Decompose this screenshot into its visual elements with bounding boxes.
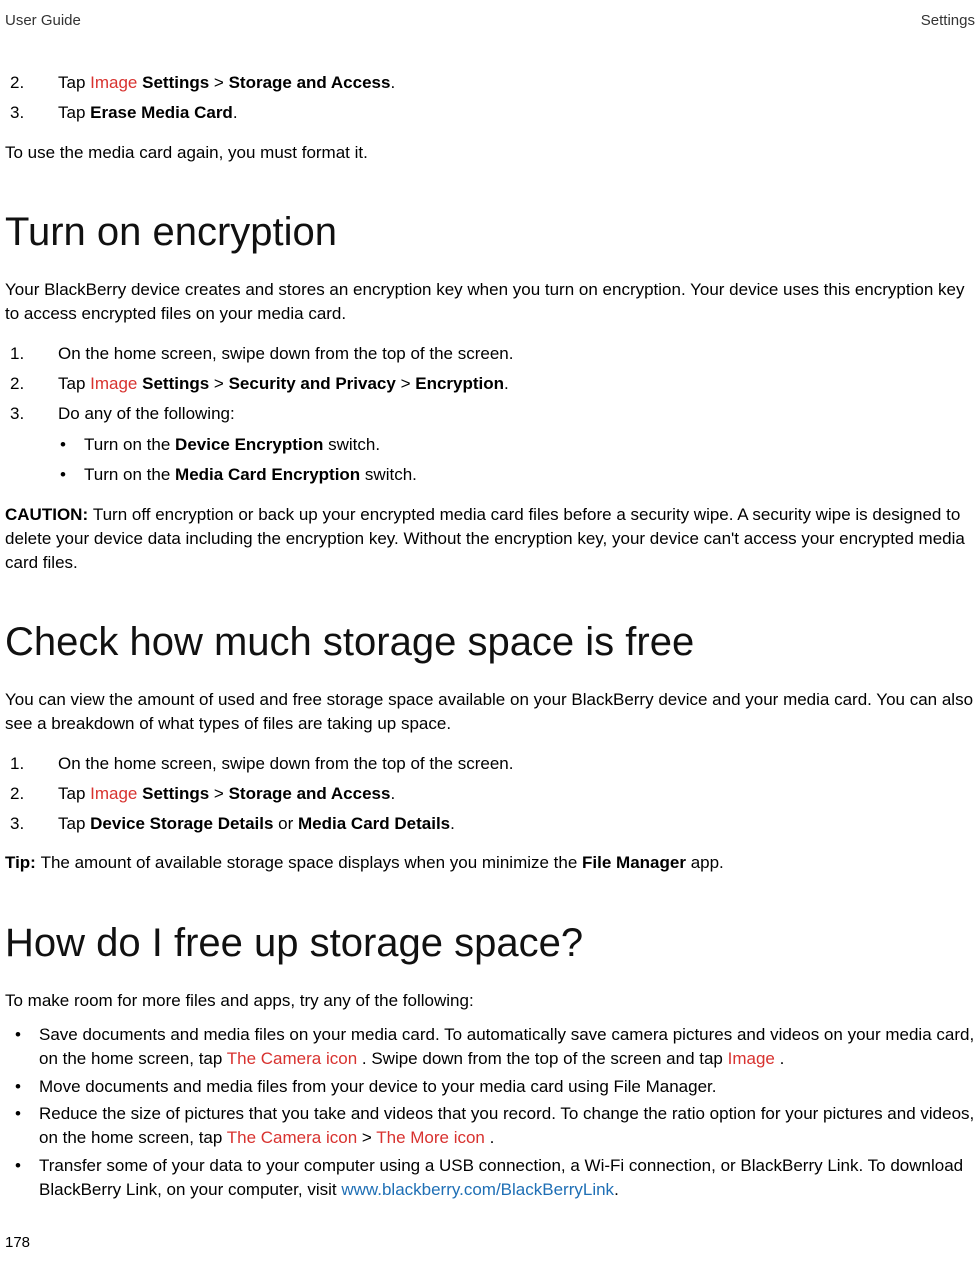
list-item: • Reduce the size of pictures that you t…: [15, 1102, 975, 1150]
list-item: 3. Tap Device Storage Details or Media C…: [10, 812, 975, 836]
section2-list: 1. On the home screen, swipe down from t…: [10, 752, 975, 835]
list-item: 2. Tap Image Settings > Security and Pri…: [10, 372, 975, 396]
list-text: Turn on the Device Encryption switch.: [84, 433, 975, 457]
list-text: Turn on the Media Card Encryption switch…: [84, 463, 975, 487]
section-title-encryption: Turn on encryption: [5, 204, 975, 260]
list-item: 3. Tap Erase Media Card.: [10, 101, 975, 125]
list-text: Tap Device Storage Details or Media Card…: [58, 812, 975, 836]
list-number: 1.: [10, 752, 58, 776]
list-number: 3.: [10, 402, 58, 426]
bullet-icon: •: [15, 1075, 39, 1099]
camera-icon: The Camera icon: [227, 1128, 357, 1147]
list-item: 1. On the home screen, swipe down from t…: [10, 342, 975, 366]
list-item: 2. Tap Image Settings > Storage and Acce…: [10, 71, 975, 95]
bullet-icon: •: [60, 433, 84, 457]
intro-list: 2. Tap Image Settings > Storage and Acce…: [10, 71, 975, 125]
settings-icon: Image: [90, 73, 137, 92]
section3-list: • Save documents and media files on your…: [15, 1023, 975, 1202]
list-number: 2.: [10, 372, 58, 396]
list-text: Move documents and media files from your…: [39, 1075, 975, 1099]
bullet-icon: •: [15, 1102, 39, 1150]
section1-sublist: • Turn on the Device Encryption switch. …: [60, 433, 975, 487]
header-left: User Guide: [5, 10, 81, 31]
section-title-freeup: How do I free up storage space?: [5, 915, 975, 971]
list-number: 1.: [10, 342, 58, 366]
list-text: Do any of the following:: [58, 402, 975, 426]
settings-icon: Image: [90, 374, 137, 393]
bullet-icon: •: [15, 1154, 39, 1202]
list-number: 2.: [10, 71, 58, 95]
section-title-storage: Check how much storage space is free: [5, 614, 975, 670]
list-text: Save documents and media files on your m…: [39, 1023, 975, 1071]
list-text: Tap Image Settings > Storage and Access.: [58, 71, 975, 95]
list-text: Tap Image Settings > Storage and Access.: [58, 782, 975, 806]
blackberry-link[interactable]: www.blackberry.com/BlackBerryLink: [341, 1180, 614, 1199]
list-number: 3.: [10, 101, 58, 125]
section1-list: 1. On the home screen, swipe down from t…: [10, 342, 975, 425]
caution-para: CAUTION: Turn off encryption or back up …: [5, 503, 975, 574]
list-item: 3. Do any of the following:: [10, 402, 975, 426]
caution-label: CAUTION:: [5, 505, 93, 524]
list-text: On the home screen, swipe down from the …: [58, 752, 975, 776]
bullet-icon: •: [15, 1023, 39, 1071]
tip-para: Tip: The amount of available storage spa…: [5, 851, 975, 875]
bullet-icon: •: [60, 463, 84, 487]
list-number: 2.: [10, 782, 58, 806]
list-text: Transfer some of your data to your compu…: [39, 1154, 975, 1202]
settings-icon: Image: [90, 784, 137, 803]
section3-para: To make room for more files and apps, tr…: [5, 989, 975, 1013]
image-icon: Image: [728, 1049, 775, 1068]
intro-para: To use the media card again, you must fo…: [5, 141, 975, 165]
list-item: • Turn on the Device Encryption switch.: [60, 433, 975, 457]
page-header: User Guide Settings: [5, 10, 975, 31]
list-item: • Save documents and media files on your…: [15, 1023, 975, 1071]
list-text: Tap Erase Media Card.: [58, 101, 975, 125]
list-item: • Transfer some of your data to your com…: [15, 1154, 975, 1202]
page-number: 178: [5, 1232, 975, 1253]
list-text: Reduce the size of pictures that you tak…: [39, 1102, 975, 1150]
more-icon: The More icon: [376, 1128, 485, 1147]
list-number: 3.: [10, 812, 58, 836]
list-item: 1. On the home screen, swipe down from t…: [10, 752, 975, 776]
list-text: On the home screen, swipe down from the …: [58, 342, 975, 366]
list-item: • Turn on the Media Card Encryption swit…: [60, 463, 975, 487]
camera-icon: The Camera icon: [227, 1049, 357, 1068]
list-item: 2. Tap Image Settings > Storage and Acce…: [10, 782, 975, 806]
section2-para: You can view the amount of used and free…: [5, 688, 975, 736]
list-item: • Move documents and media files from yo…: [15, 1075, 975, 1099]
list-text: Tap Image Settings > Security and Privac…: [58, 372, 975, 396]
header-right: Settings: [921, 10, 975, 31]
section1-para: Your BlackBerry device creates and store…: [5, 278, 975, 326]
tip-label: Tip:: [5, 853, 41, 872]
